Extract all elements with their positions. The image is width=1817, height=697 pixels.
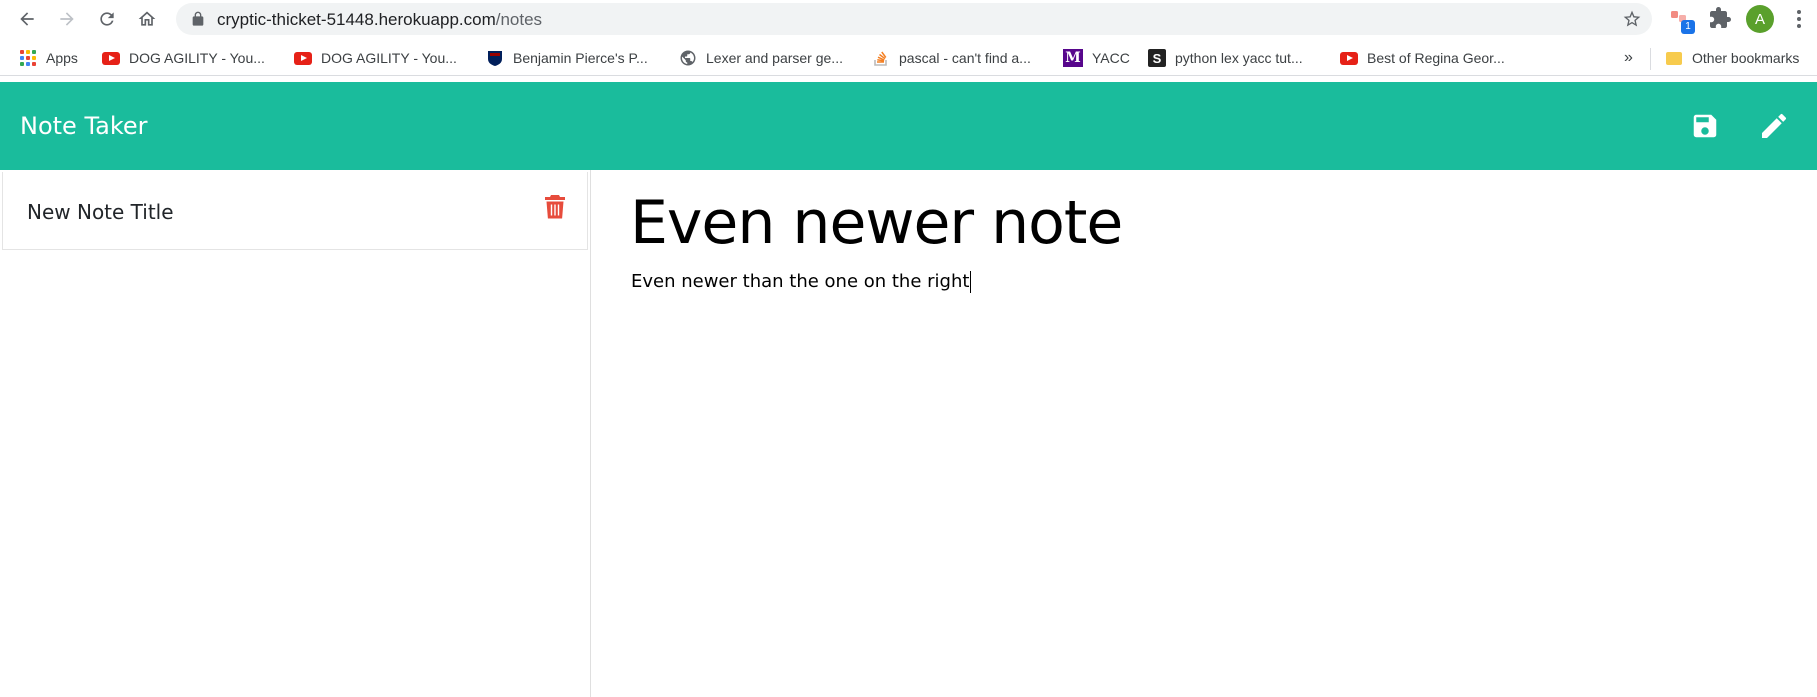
profile-avatar[interactable]: A <box>1746 5 1774 33</box>
save-icon <box>1693 114 1717 138</box>
home-button[interactable] <box>132 4 162 34</box>
bookmarks-divider <box>1650 48 1651 70</box>
bookmark-apps[interactable]: Apps <box>19 47 78 69</box>
address-bar[interactable]: cryptic-thicket-51448.herokuapp.com/note… <box>176 3 1652 35</box>
bookmark-dog-agility-1[interactable]: DOG AGILITY - You... <box>102 47 265 69</box>
arrow-right-icon <box>60 12 74 26</box>
star-icon[interactable] <box>1622 9 1642 29</box>
url-text: cryptic-thicket-51448.herokuapp.com/note… <box>217 10 542 30</box>
new-note-button[interactable] <box>1754 106 1794 146</box>
bookmark-label: Benjamin Pierce's P... <box>513 50 648 66</box>
notes-sidebar: New Note Title <box>0 170 591 697</box>
bookmark-yacc[interactable]: M YACC <box>1063 47 1130 69</box>
youtube-icon <box>102 49 120 67</box>
stackoverflow-icon <box>872 49 890 67</box>
url-host: cryptic-thicket-51448.herokuapp.com <box>217 10 496 29</box>
save-note-button[interactable] <box>1685 106 1725 146</box>
note-text-area[interactable]: Even newer than the one on the right <box>631 271 972 293</box>
bookmark-lexer-parser[interactable]: Lexer and parser ge... <box>679 47 843 69</box>
home-icon <box>138 11 156 26</box>
folder-icon <box>1665 49 1683 67</box>
penn-shield-icon <box>486 49 504 67</box>
bookmark-label: Apps <box>46 50 78 66</box>
list-item[interactable]: New Note Title <box>2 172 588 250</box>
bookmark-label: pascal - can't find a... <box>899 50 1031 66</box>
note-item-title[interactable]: New Note Title <box>27 200 174 224</box>
bookmark-label: python lex yacc tut... <box>1175 50 1303 66</box>
back-button[interactable] <box>12 4 42 34</box>
youtube-icon <box>1340 49 1358 67</box>
bookmark-dog-agility-2[interactable]: DOG AGILITY - You... <box>294 47 457 69</box>
bookmark-benjamin-pierce[interactable]: Benjamin Pierce's P... <box>486 47 648 69</box>
browser-toolbar: cryptic-thicket-51448.herokuapp.com/note… <box>0 0 1817 38</box>
trash-icon[interactable] <box>544 194 566 220</box>
reload-button[interactable] <box>92 4 122 34</box>
s-logo-icon: S <box>1148 49 1166 67</box>
apps-grid-icon <box>19 49 37 67</box>
globe-icon <box>679 49 697 67</box>
m-logo-icon: M <box>1063 49 1083 67</box>
bookmark-label: YACC <box>1092 50 1130 66</box>
bookmark-label: Other bookmarks <box>1692 50 1800 66</box>
app-title[interactable]: Note Taker <box>20 112 148 140</box>
bookmark-pascal[interactable]: pascal - can't find a... <box>872 47 1031 69</box>
note-editor: Even newer note Even newer than the one … <box>592 170 1817 697</box>
bookmark-python-lex-yacc[interactable]: S python lex yacc tut... <box>1148 47 1303 69</box>
note-text-content: Even newer than the one on the right <box>631 271 970 292</box>
url-path: /notes <box>495 10 543 29</box>
bookmark-label: Best of Regina Geor... <box>1367 50 1505 66</box>
text-caret <box>970 271 972 293</box>
note-title-input[interactable]: Even newer note <box>630 188 1123 258</box>
lock-icon <box>192 11 204 26</box>
bookmarks-bar: Apps DOG AGILITY - You... DOG AGILITY - … <box>0 40 1817 76</box>
reload-icon <box>100 12 114 26</box>
bookmark-regina-george[interactable]: Best of Regina Geor... <box>1340 47 1505 69</box>
arrow-left-icon <box>20 12 34 26</box>
bookmark-label: DOG AGILITY - You... <box>321 50 457 66</box>
forward-button[interactable] <box>52 4 82 34</box>
app-navbar: Note Taker <box>0 82 1817 170</box>
bookmark-label: Lexer and parser ge... <box>706 50 843 66</box>
browser-menu-button[interactable] <box>1791 6 1807 32</box>
bookmarks-overflow-button[interactable]: » <box>1624 49 1633 67</box>
youtube-icon <box>294 49 312 67</box>
pencil-icon <box>1762 113 1787 138</box>
puzzle-icon[interactable] <box>1708 6 1732 30</box>
extension-badge: 1 <box>1681 20 1695 34</box>
bookmark-other-bookmarks[interactable]: Other bookmarks <box>1665 47 1799 69</box>
bookmark-label: DOG AGILITY - You... <box>129 50 265 66</box>
